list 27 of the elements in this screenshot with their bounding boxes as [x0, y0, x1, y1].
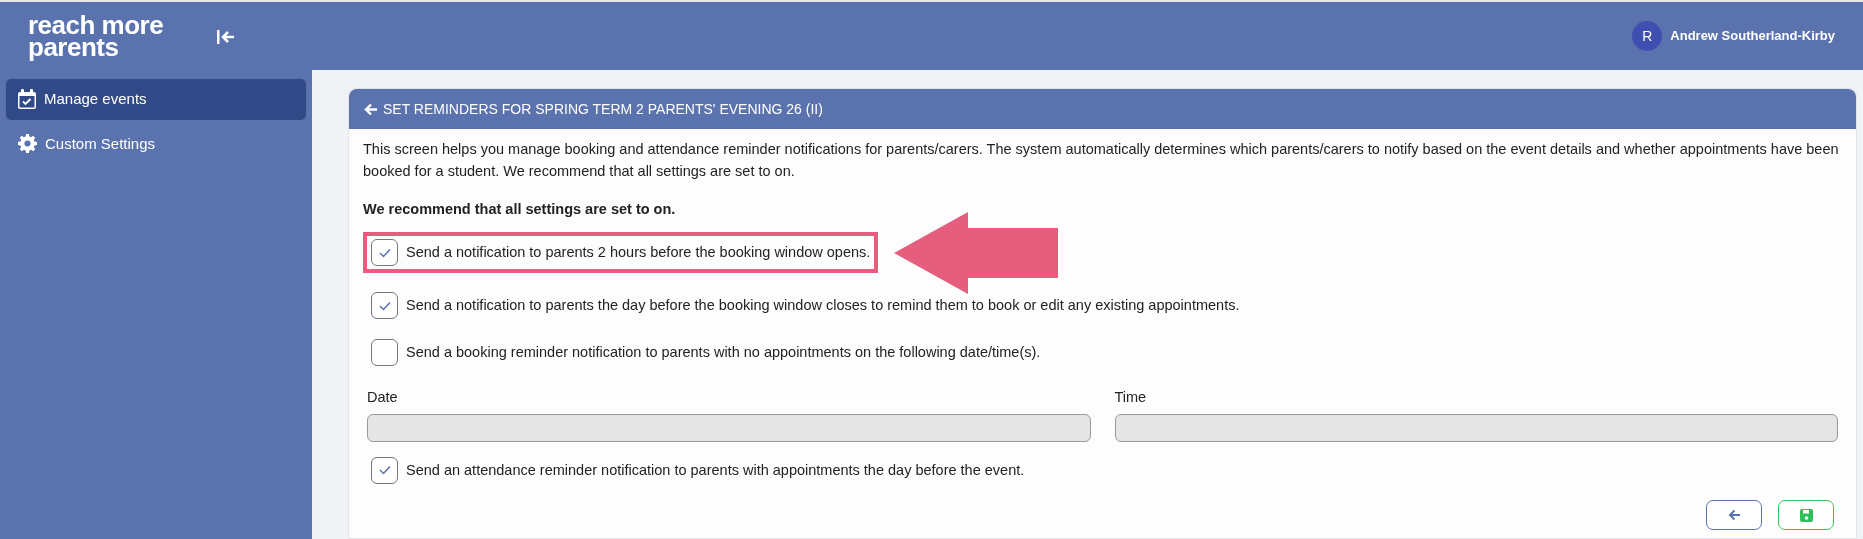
- check-icon: [378, 300, 391, 311]
- gear-icon: [18, 134, 37, 154]
- checkbox-label: Send a booking reminder notification to parents with no appointments on the following date/time(s).: [406, 342, 1041, 362]
- save-button[interactable]: [1778, 500, 1834, 530]
- sidebar-item[interactable]: Custom Settings: [6, 123, 306, 164]
- checkbox[interactable]: [371, 292, 398, 320]
- back-button[interactable]: [1706, 500, 1762, 530]
- save-icon: [1799, 508, 1813, 522]
- checkbox-label: Send a notification to parents the day before the booking window closes to remind them to book or edit any existing appointments.: [406, 296, 1240, 316]
- checkbox-label: Send an attendance reminder notification to parents with appointments the day before the event.: [406, 460, 1025, 480]
- sidebar-item[interactable]: Manage events: [6, 79, 306, 120]
- arrow-left-icon: [1727, 509, 1741, 522]
- check-icon: [378, 247, 391, 258]
- recommendation-text: We recommend that all settings are set to on.: [363, 199, 677, 219]
- intro-text: This screen helps you manage booking and attendance reminder notifications for parents/carers. The system automatically determines which parents/carers to notify based on the event details and whether appointments have been booked for a student. We recommend that all settings are set to on.: [363, 140, 1840, 181]
- calendar-icon: [18, 89, 36, 110]
- check-icon: [378, 465, 391, 476]
- checkbox[interactable]: [371, 239, 398, 267]
- checkbox-label: Send a notification to parents 2 hours before the booking window opens.: [406, 242, 871, 262]
- checkbox[interactable]: [371, 456, 398, 484]
- field-label: Date: [367, 387, 399, 407]
- field-label: Time: [1114, 387, 1148, 407]
- user-avatar[interactable]: R: [1632, 21, 1663, 51]
- user-name[interactable]: Andrew Southerland-Kirby: [1670, 26, 1835, 46]
- back-arrow-icon[interactable]: [363, 101, 379, 117]
- checkbox[interactable]: [371, 339, 398, 367]
- card-title: SET REMINDERS FOR SPRING TERM 2 PARENTS' EVENING 26 (II): [383, 99, 823, 119]
